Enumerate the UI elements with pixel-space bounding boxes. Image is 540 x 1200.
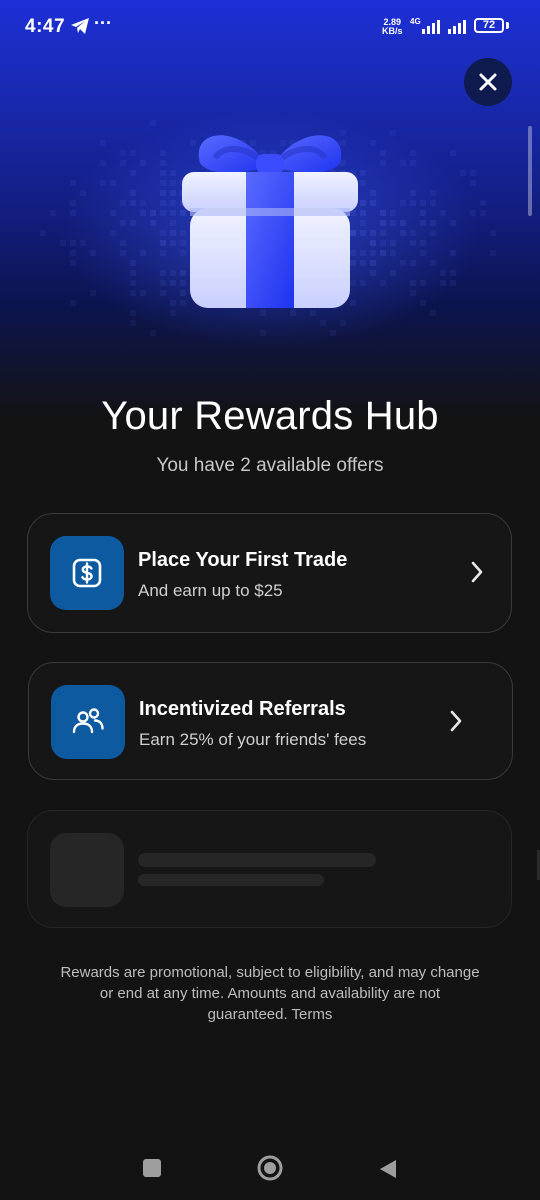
gift-icon — [182, 135, 358, 308]
offer-title: Incentivized Referrals — [139, 698, 346, 720]
offer-icon-tile — [51, 685, 125, 759]
rewards-hub-screen: 4:47 ··· 2.89 KB/s 4G 72 Your Rewards Hu… — [0, 0, 540, 1200]
signal-icon — [422, 20, 440, 34]
system-navigation-bar — [0, 1140, 540, 1200]
battery-icon: 72 — [474, 18, 504, 33]
status-time: 4:47 — [25, 16, 66, 37]
network-speed-unit: KB/s — [382, 26, 403, 36]
signal-icon-secondary — [448, 20, 466, 34]
skeleton-icon-placeholder — [50, 833, 124, 907]
chevron-right-icon — [471, 561, 483, 583]
disclaimer-text: Rewards are promotional, subject to elig… — [60, 964, 480, 1023]
status-bar: 4:47 ··· 2.89 KB/s 4G 72 — [0, 0, 540, 56]
offer-title: Place Your First Trade — [138, 549, 348, 571]
users-icon — [72, 708, 104, 734]
network-speed: 2.89 KB/s — [382, 18, 403, 36]
overflow-dots-icon: ··· — [94, 13, 112, 33]
offer-icon-tile — [50, 536, 124, 610]
offer-card-first-trade[interactable]: Place Your First Trade And earn up to $2… — [27, 513, 512, 633]
offer-card-loading-skeleton — [27, 810, 512, 928]
telegram-icon — [71, 18, 89, 34]
offer-description: Earn 25% of your friends' fees — [139, 730, 367, 749]
scroll-indicator — [528, 126, 532, 216]
dollar-icon — [72, 558, 102, 588]
skeleton-title-placeholder — [138, 853, 376, 867]
battery-tip — [506, 22, 509, 29]
offers-count: You have 2 available offers — [156, 455, 384, 476]
page-title: Your Rewards Hub — [101, 394, 439, 438]
recents-button[interactable] — [143, 1159, 161, 1177]
offer-card-referrals[interactable]: Incentivized Referrals Earn 25% of your … — [28, 662, 513, 780]
home-button[interactable] — [257, 1155, 283, 1181]
skeleton-description-placeholder — [138, 874, 324, 886]
chevron-right-icon — [450, 710, 462, 732]
offer-description: And earn up to $25 — [138, 581, 283, 600]
close-button[interactable] — [464, 58, 512, 106]
close-icon — [479, 73, 497, 91]
back-button[interactable] — [378, 1158, 398, 1180]
